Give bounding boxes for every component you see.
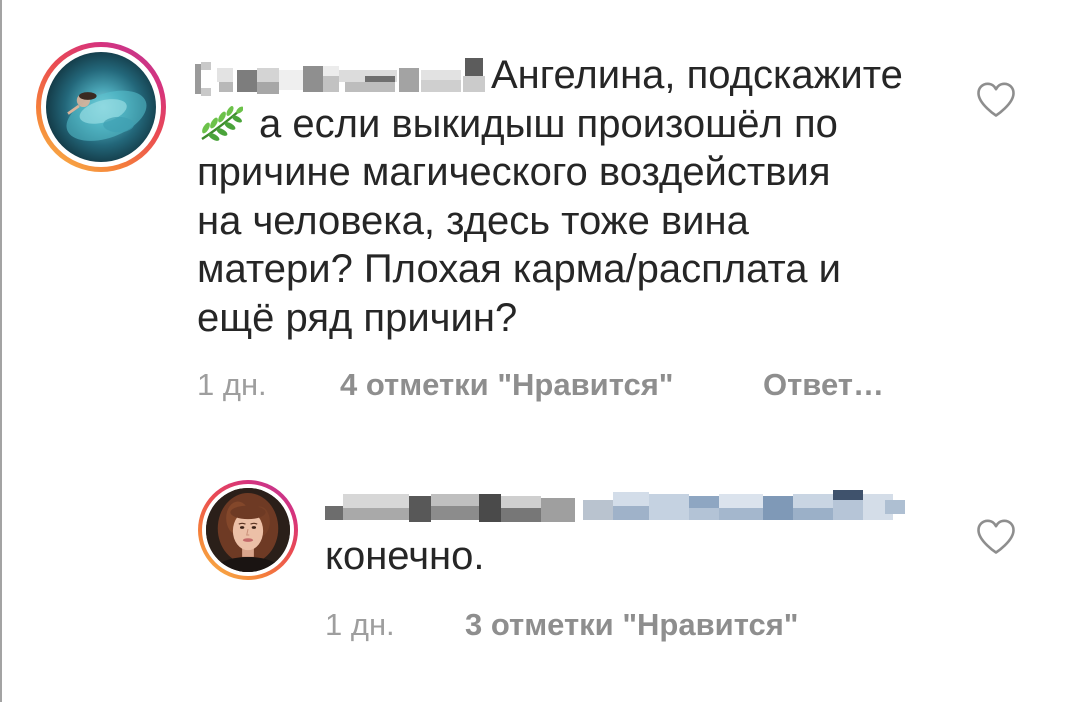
heart-outline-icon[interactable]: [976, 82, 1016, 118]
blur-pixel: [325, 506, 343, 520]
comment-time: 1 дн.: [197, 367, 267, 402]
comment-text-line: на человека, здесь тоже вина: [197, 198, 749, 243]
avatar-image: [206, 488, 290, 572]
window-left-border: [0, 0, 2, 702]
blur-pixel: [541, 498, 575, 522]
blur-pixel: [885, 500, 905, 514]
replier-avatar[interactable]: [198, 480, 298, 580]
blur-pixel: [793, 508, 833, 520]
blur-pixel: [719, 494, 763, 508]
avatar-photo: [206, 488, 290, 572]
comment-text-line: конечно.: [325, 534, 485, 578]
blur-pixel: [583, 500, 613, 520]
reply-button[interactable]: Ответ…: [763, 367, 884, 403]
blur-pixel: [649, 494, 689, 520]
blur-pixel: [479, 494, 501, 522]
blur-pixel: [431, 506, 479, 520]
blur-pixel: [613, 492, 649, 506]
blur-pixel: [833, 490, 863, 500]
comment-text-line: ещё ряд причин?: [197, 295, 518, 340]
blur-pixel: [409, 496, 431, 522]
comment-text-line: а если выкидыш произошёл по: [197, 100, 903, 149]
blur-pixel: [613, 506, 649, 520]
comment-text-line: Ангелина, подскажите: [491, 53, 903, 97]
comment-time: 1 дн.: [325, 607, 395, 642]
blur-pixel: [833, 500, 863, 520]
comment-text: конечно.: [325, 532, 485, 581]
herb-icon: [197, 105, 243, 142]
blur-pixel: [343, 508, 409, 520]
avatar-image: [66, 90, 147, 141]
comment-text-fragment: а если выкидыш произошёл по: [259, 101, 838, 146]
avatar-photo: [46, 52, 156, 162]
likes-count[interactable]: 3 отметки "Нравится": [465, 607, 799, 643]
blur-pixel: [689, 496, 719, 508]
instagram-comments-screen: Ангелина, подскажите а если выкидыш прои…: [0, 0, 1080, 702]
blur-pixel: [501, 496, 541, 508]
blur-pixel: [689, 508, 719, 520]
redacted-username[interactable]: [325, 486, 905, 528]
blur-pixel: [793, 494, 833, 508]
blur-pixel: [431, 494, 479, 506]
blur-pixel: [763, 496, 793, 520]
blur-pixel: [501, 508, 541, 522]
comment-text-line: причине магического воздействия: [197, 150, 831, 195]
blur-pixel: [343, 494, 409, 508]
likes-count[interactable]: 4 отметки "Нравится": [340, 367, 674, 403]
heart-outline-icon[interactable]: [976, 519, 1016, 555]
commenter-avatar[interactable]: [36, 42, 166, 172]
comment-text-line: матери? Плохая карма/расплата и: [197, 247, 842, 292]
blur-pixel: [719, 508, 763, 520]
comment-text: Ангелина, подскажите а если выкидыш прои…: [197, 51, 903, 343]
